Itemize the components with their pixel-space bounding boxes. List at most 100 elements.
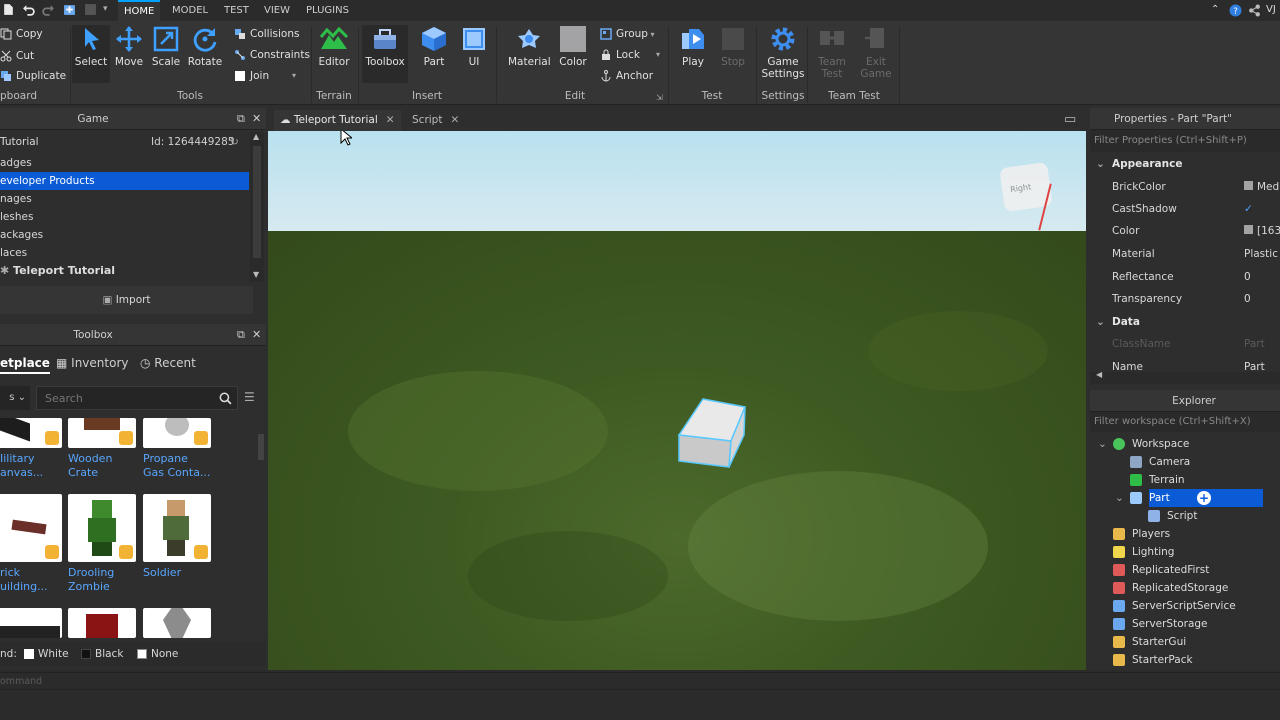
material-button[interactable]: Material xyxy=(508,25,551,68)
tab-test[interactable]: TEST xyxy=(218,0,255,21)
chevron-down-icon[interactable]: ⌄ xyxy=(1115,489,1124,507)
toolbox-item-name[interactable]: Drooling Zombie xyxy=(68,566,114,594)
explorer-item-workspace[interactable]: Workspace ⌄ xyxy=(1098,435,1189,453)
toolbox-item-name[interactable]: Propane Gas Conta... xyxy=(143,452,210,480)
explorer-item-replicatedfirst[interactable]: ReplicatedFirst xyxy=(1113,561,1209,579)
command-bar[interactable]: ommand xyxy=(0,672,1280,690)
save-icon[interactable] xyxy=(84,3,97,16)
toolbox-search-box[interactable] xyxy=(36,386,238,410)
bg-option-none[interactable]: None xyxy=(151,642,178,666)
toolbox-item-thumb[interactable] xyxy=(0,418,62,448)
refresh-icon[interactable]: ↻ xyxy=(230,132,239,152)
game-asset-item[interactable]: nages xyxy=(0,190,249,208)
tab-recent[interactable]: ◷ Recent xyxy=(140,352,196,374)
constraints-toggle[interactable]: Constraints xyxy=(234,47,310,63)
ui-button[interactable]: UI xyxy=(454,25,494,68)
category-dropdown[interactable]: s ⌄ xyxy=(0,386,30,410)
prop-color[interactable]: Color [163 xyxy=(1090,220,1280,243)
game-asset-item[interactable]: adges xyxy=(0,154,249,172)
help-icon[interactable]: ? xyxy=(1229,4,1242,17)
toolbox-item-name[interactable]: Wooden Crate xyxy=(68,452,112,480)
scroll-down-icon[interactable]: ▼ xyxy=(253,270,259,279)
scroll-left-icon[interactable]: ◀ xyxy=(1096,370,1102,379)
toolbox-item-name[interactable]: Soldier xyxy=(143,566,181,580)
color-button[interactable]: Color xyxy=(553,25,593,68)
dock-icon[interactable]: ⧉ xyxy=(237,108,245,130)
prop-reflectance[interactable]: Reflectance 0 xyxy=(1090,266,1280,289)
game-settings-button[interactable]: Game Settings xyxy=(758,25,808,80)
toolbox-item-thumb[interactable] xyxy=(68,608,136,638)
game-scrollbar[interactable]: ▲ ▼ xyxy=(250,132,264,282)
toolbox-item-thumb[interactable] xyxy=(68,418,136,448)
prop-transparency[interactable]: Transparency 0 xyxy=(1090,288,1280,311)
tab-view[interactable]: VIEW xyxy=(258,0,296,21)
rotate-tool-button[interactable]: Rotate xyxy=(185,25,225,68)
game-asset-item[interactable]: leshes xyxy=(0,208,249,226)
explorer-item-startergui[interactable]: StarterGui xyxy=(1113,633,1186,651)
search-input[interactable] xyxy=(45,390,205,406)
collapse-ribbon-icon[interactable]: ⌃ xyxy=(1211,4,1219,15)
game-asset-item[interactable]: eveloper Products xyxy=(0,172,249,190)
import-button[interactable]: ▣ Import xyxy=(0,286,253,314)
3d-viewport[interactable]: Right xyxy=(268,131,1086,670)
chevron-down-icon[interactable]: ⌄ xyxy=(1098,435,1107,453)
window-layout-icon[interactable]: ▭ xyxy=(1064,112,1076,127)
toolbox-item-thumb[interactable] xyxy=(143,494,211,562)
scroll-up-icon[interactable]: ▲ xyxy=(253,132,259,141)
game-asset-item[interactable]: laces xyxy=(0,244,249,262)
copy-button[interactable]: Copy xyxy=(0,26,43,42)
select-tool-button[interactable]: Select xyxy=(72,25,110,83)
toolbox-button[interactable]: Toolbox xyxy=(362,25,408,83)
play-button[interactable]: Play xyxy=(673,25,713,68)
explorer-item-script[interactable]: Script xyxy=(1148,507,1197,525)
duplicate-button[interactable]: Duplicate xyxy=(0,68,66,84)
prop-material[interactable]: Material Plastic xyxy=(1090,243,1280,266)
move-tool-button[interactable]: Move xyxy=(110,25,148,68)
join-toggle[interactable]: Join ▾ xyxy=(234,68,296,84)
part-button[interactable]: Part xyxy=(414,25,454,68)
group-button[interactable]: Group ▾ xyxy=(600,26,655,42)
cut-button[interactable]: Cut xyxy=(0,48,34,64)
user-initials[interactable]: VJ xyxy=(1266,4,1276,15)
edit-settings-expand-icon[interactable]: ⇲ xyxy=(656,93,663,102)
explorer-item-players[interactable]: Players xyxy=(1113,525,1170,543)
properties-filter-input[interactable]: Filter Properties (Ctrl+Shift+P) xyxy=(1090,130,1280,152)
scale-tool-button[interactable]: Scale xyxy=(147,25,185,68)
section-data[interactable]: ⌄ Data xyxy=(1090,311,1280,334)
exit-game-button[interactable]: Exit Game xyxy=(856,25,896,80)
publish-icon[interactable] xyxy=(63,3,76,16)
tab-teleport-tutorial[interactable]: ☁ Teleport Tutorial ✕ xyxy=(274,110,401,131)
anchor-button[interactable]: Anchor xyxy=(600,68,653,84)
explorer-item-replicatedstorage[interactable]: ReplicatedStorage xyxy=(1113,579,1228,597)
properties-hscrollbar[interactable]: ◀ xyxy=(1090,370,1280,384)
explorer-item-terrain[interactable]: Terrain xyxy=(1130,471,1185,489)
quick-access-dropdown-icon[interactable]: ▾ xyxy=(103,4,108,14)
explorer-item-lighting[interactable]: Lighting xyxy=(1113,543,1174,561)
explorer-item-part[interactable]: Part ⌄ + xyxy=(1115,489,1263,507)
prop-castshadow[interactable]: CastShadow ✓ xyxy=(1090,198,1280,221)
bg-option-black[interactable]: Black xyxy=(95,642,123,666)
toolbox-item-thumb[interactable] xyxy=(0,494,62,562)
toolbox-scroll-thumb[interactable] xyxy=(258,434,264,460)
lock-button[interactable]: Lock ▾ xyxy=(600,47,660,63)
section-appearance[interactable]: ⌄ Appearance xyxy=(1090,153,1280,176)
search-icon[interactable] xyxy=(219,392,232,405)
close-icon[interactable]: ✕ xyxy=(450,114,459,126)
collisions-toggle[interactable]: Collisions xyxy=(234,26,299,42)
tab-marketplace[interactable]: etplace xyxy=(0,352,50,374)
tab-inventory[interactable]: ▦ Inventory xyxy=(56,352,128,374)
tab-home[interactable]: HOME xyxy=(118,0,161,21)
share-icon[interactable] xyxy=(1248,4,1261,17)
part-block[interactable] xyxy=(673,393,753,469)
add-object-icon[interactable]: + xyxy=(1197,491,1211,505)
tab-script[interactable]: Script ✕ xyxy=(406,110,465,131)
bg-option-white[interactable]: White xyxy=(38,642,69,666)
explorer-item-serverscriptservice[interactable]: ServerScriptService xyxy=(1113,597,1236,615)
new-file-icon[interactable] xyxy=(2,3,15,16)
white-swatch-icon[interactable] xyxy=(24,649,34,659)
toolbox-item-name[interactable]: rick uilding... xyxy=(0,566,48,594)
tab-model[interactable]: MODEL xyxy=(166,0,214,21)
place-entry[interactable]: ✱ Teleport Tutorial xyxy=(0,262,249,280)
explorer-filter-input[interactable]: Filter workspace (Ctrl+Shift+X) xyxy=(1090,412,1280,432)
close-icon[interactable]: ✕ xyxy=(386,114,395,126)
